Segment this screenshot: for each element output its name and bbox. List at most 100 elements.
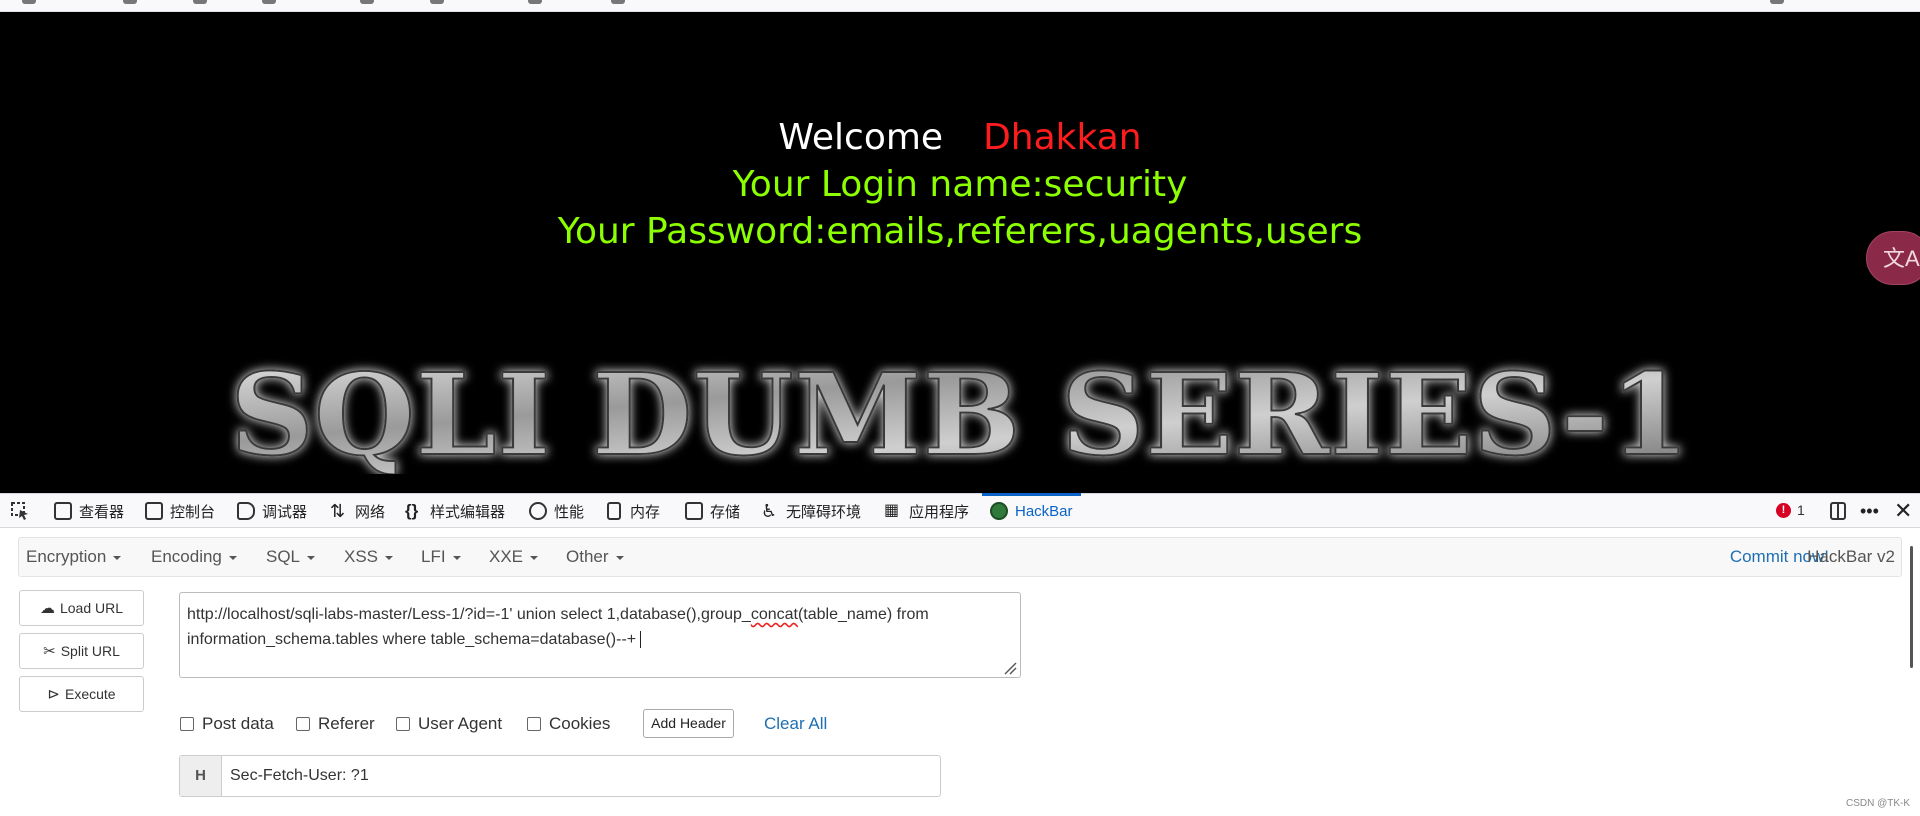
menu-other[interactable]: Other	[566, 538, 624, 576]
tab-storage[interactable]: 存储	[685, 494, 740, 528]
menu-encoding[interactable]: Encoding	[151, 538, 237, 576]
tab-debugger[interactable]: 调试器	[237, 494, 307, 528]
clear-all-link[interactable]: Clear All	[764, 711, 827, 737]
bookmark-icon[interactable]	[1770, 0, 1784, 4]
split-url-button[interactable]: ✂ Split URL	[19, 633, 144, 669]
button-label: Split URL	[60, 643, 120, 659]
dock-side-icon[interactable]	[1828, 494, 1848, 528]
caret-down-icon	[385, 555, 394, 560]
menu-label: SQL	[266, 547, 301, 566]
header-label: H	[180, 756, 222, 796]
caret-down-icon	[452, 555, 461, 560]
menu-sql[interactable]: SQL	[266, 538, 316, 576]
console-icon	[145, 502, 163, 520]
tab-label: 存储	[710, 503, 741, 521]
menu-xxe[interactable]: XXE	[489, 538, 539, 576]
menu-label: XSS	[344, 547, 379, 566]
tab-inspector[interactable]: 查看器	[54, 494, 124, 528]
menu-label: LFI	[421, 547, 446, 566]
tab-accessibility[interactable]: ♿ 无障碍环境	[761, 494, 861, 528]
tab-memory[interactable]: 内存	[607, 494, 660, 528]
menu-label: XXE	[489, 547, 524, 566]
url-text: http://localhost/sqli-labs-master/Less-1…	[187, 606, 751, 623]
bookmark-icon[interactable]	[193, 0, 207, 4]
checkbox-box[interactable]	[296, 717, 310, 731]
cloud-download-icon: ☁	[39, 600, 55, 617]
translate-icon[interactable]: 文A	[1866, 231, 1920, 285]
menu-label: Encryption	[26, 547, 107, 566]
tab-style-editor[interactable]: {} 样式编辑器	[405, 494, 505, 528]
password-text: Your Password:emails,referers,uagents,us…	[557, 211, 1363, 252]
caret-down-icon	[615, 555, 624, 560]
style-editor-icon: {}	[405, 501, 419, 520]
tab-label: 查看器	[79, 503, 125, 521]
url-line-2: information_schema.tables where table_sc…	[187, 627, 1013, 652]
header-input[interactable]: Sec-Fetch-User: ?1	[222, 756, 369, 796]
url-line-1: http://localhost/sqli-labs-master/Less-1…	[187, 602, 1013, 627]
tab-label: 性能	[554, 503, 585, 521]
menu-encryption[interactable]: Encryption	[26, 538, 122, 576]
tab-label: 网络	[355, 503, 386, 521]
caret-down-icon	[228, 555, 237, 560]
load-url-button[interactable]: ☁ Load URL	[19, 590, 144, 626]
tab-hackbar[interactable]: HackBar	[982, 493, 1081, 528]
watermark: CSDN @TK-K	[1846, 798, 1911, 809]
scrollbar[interactable]	[1910, 546, 1913, 668]
hackbar-icon	[990, 502, 1008, 520]
tab-application[interactable]: ▦ 应用程序	[884, 494, 969, 528]
bookmark-icon[interactable]	[360, 0, 374, 4]
application-icon: ▦	[884, 502, 900, 519]
tab-network[interactable]: ⇅ 网络	[330, 494, 385, 528]
error-count: 1	[1797, 502, 1805, 518]
hackbar-version: HackBar v2	[1807, 547, 1895, 566]
hackbar-menu: Encryption Encoding SQL XSS LFI XXE Othe…	[18, 537, 1902, 577]
devtools-toolbar: 查看器 控制台 调试器 ⇅ 网络 {} 样式编辑器 性能 内存 存储 ♿ 无障碍…	[0, 493, 1920, 528]
bookmark-icon[interactable]	[123, 0, 137, 4]
tab-label: 调试器	[262, 503, 308, 521]
inspector-icon	[54, 502, 72, 520]
url-text: (table_name) from	[797, 606, 929, 623]
accessibility-icon: ♿	[761, 501, 778, 521]
bookmark-icon[interactable]	[611, 0, 625, 4]
checkbox-box[interactable]	[527, 717, 541, 731]
tab-label: HackBar	[1015, 502, 1073, 520]
referer-checkbox[interactable]: Referer	[296, 712, 375, 736]
bookmark-icon[interactable]	[430, 0, 444, 4]
menu-lfi[interactable]: LFI	[421, 538, 461, 576]
bookmark-icon[interactable]	[528, 0, 542, 4]
execute-button[interactable]: ⊳ Execute	[19, 676, 144, 712]
tab-performance[interactable]: 性能	[529, 494, 584, 528]
tab-console[interactable]: 控制台	[145, 494, 215, 528]
url-textarea[interactable]: http://localhost/sqli-labs-master/Less-1…	[179, 592, 1021, 678]
checkbox-box[interactable]	[180, 717, 194, 731]
debugger-icon	[237, 502, 255, 520]
resize-handle-icon[interactable]	[1003, 661, 1017, 675]
web-page-content: Welcome Dhakkan Your Login name:security …	[0, 12, 1920, 493]
error-badge[interactable]: ! 1	[1776, 502, 1805, 518]
user-agent-checkbox[interactable]: User Agent	[396, 712, 502, 736]
close-icon[interactable]: ✕	[1894, 494, 1912, 528]
hackbar-panel: Encryption Encoding SQL XSS LFI XXE Othe…	[0, 528, 1920, 816]
cookies-checkbox[interactable]: Cookies	[527, 712, 610, 736]
welcome-name: Dhakkan	[983, 117, 1142, 158]
more-options-icon[interactable]: •••	[1860, 494, 1879, 528]
bookmark-icon[interactable]	[22, 0, 36, 4]
caret-down-icon	[307, 555, 316, 560]
bookmark-icon[interactable]	[262, 0, 276, 4]
checkbox-box[interactable]	[396, 717, 410, 731]
welcome-line: Welcome Dhakkan	[0, 116, 1920, 160]
button-label: Load URL	[59, 600, 124, 616]
add-header-button[interactable]: Add Header	[643, 709, 734, 738]
menu-xss[interactable]: XSS	[344, 538, 394, 576]
scissors-icon: ✂	[43, 643, 56, 660]
storage-icon	[685, 502, 703, 520]
sqli-banner: SQLI DUMB SERIES-1	[0, 354, 1920, 474]
caret-down-icon	[113, 555, 122, 560]
memory-icon	[607, 502, 621, 520]
welcome-word: Welcome	[778, 117, 944, 158]
menu-label: Other	[566, 547, 609, 566]
login-name-text: Your Login name:security	[732, 164, 1188, 205]
tab-label: 控制台	[170, 503, 216, 521]
post-data-checkbox[interactable]: Post data	[180, 712, 274, 736]
element-picker-icon[interactable]	[10, 494, 30, 528]
